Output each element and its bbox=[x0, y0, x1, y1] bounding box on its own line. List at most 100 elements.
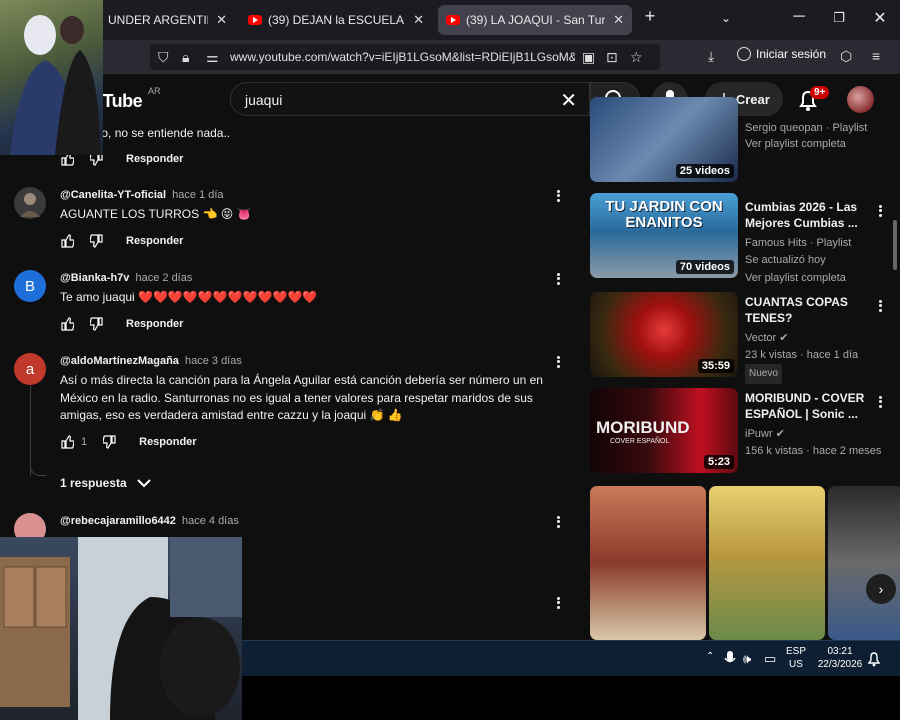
comment-actions: 1 Responder bbox=[60, 435, 197, 449]
video-channel[interactable]: Vector ✔ bbox=[745, 329, 890, 347]
comment-menu-icon[interactable] bbox=[555, 595, 561, 611]
comment-actions: Responder bbox=[60, 317, 183, 331]
video-thumbnail[interactable]: TU JARDIN CON ENANITOS 70 videos bbox=[590, 193, 738, 278]
commenter-avatar[interactable]: B bbox=[14, 270, 46, 302]
like-icon[interactable] bbox=[60, 234, 74, 248]
youtube-favicon-icon bbox=[248, 15, 262, 25]
reply-button[interactable]: Responder bbox=[139, 436, 196, 448]
webcam-overlay-photo bbox=[0, 0, 103, 155]
url-text[interactable]: www.youtube.com/watch?v=iEIjB1LGsoM&list… bbox=[230, 50, 575, 64]
video-title[interactable]: MORIBUND - COVER ESPAÑOL | Sonic ... bbox=[745, 390, 875, 422]
notification-center-icon[interactable] bbox=[867, 651, 881, 667]
dislike-icon[interactable] bbox=[90, 234, 104, 248]
comment-menu-icon[interactable] bbox=[555, 514, 561, 530]
comment-author[interactable]: @Bianka-h7v bbox=[60, 272, 129, 284]
video-menu-icon[interactable] bbox=[877, 203, 883, 219]
short-thumbnail[interactable] bbox=[828, 486, 900, 640]
video-menu-icon[interactable] bbox=[877, 298, 883, 314]
volume-icon[interactable]: 🕪︎ bbox=[743, 651, 751, 667]
sign-in-button[interactable]: Iniciar sesión bbox=[737, 47, 826, 61]
commenter-avatar[interactable]: a bbox=[14, 353, 46, 385]
maximize-icon[interactable]: ❐ bbox=[827, 10, 851, 26]
video-thumbnail[interactable]: MORIBUND COVER ESPAÑOL 5:23 bbox=[590, 388, 738, 473]
commenter-avatar[interactable] bbox=[14, 187, 46, 219]
video-channel[interactable]: Famous Hits · Playlist bbox=[745, 234, 890, 252]
view-replies-button[interactable]: 1 respuesta bbox=[60, 476, 151, 490]
short-thumbnail[interactable] bbox=[590, 486, 706, 640]
comment-text: Así o más directa la canción para la Áng… bbox=[60, 373, 543, 422]
next-arrow-icon[interactable]: › bbox=[866, 574, 896, 604]
video-duration: 5:23 bbox=[703, 455, 734, 469]
video-subline: Se actualizó hoy bbox=[745, 254, 826, 266]
clock[interactable]: 03:21 22/3/2026 bbox=[812, 645, 868, 671]
extensions-icon[interactable]: ⬡ bbox=[840, 48, 852, 65]
new-badge-wrap: Nuevo bbox=[745, 364, 890, 384]
minimize-icon[interactable]: ─ bbox=[787, 8, 811, 26]
comment-actions: Responder bbox=[60, 234, 183, 248]
tab-label: UNDER ARGENTINA 2( bbox=[108, 13, 208, 27]
reply-button[interactable]: Responder bbox=[126, 153, 183, 165]
keyboard-language[interactable]: ESP US bbox=[784, 645, 808, 671]
browser-tab[interactable]: UNDER ARGENTINA 2( ✕ bbox=[100, 5, 235, 35]
dislike-icon[interactable] bbox=[90, 317, 104, 331]
scrollbar[interactable] bbox=[893, 220, 897, 270]
user-avatar[interactable] bbox=[847, 86, 874, 113]
video-thumbnail[interactable]: 35:59 bbox=[590, 292, 738, 377]
video-title[interactable]: CUANTAS COPAS TENES? bbox=[745, 294, 875, 326]
comment-author[interactable]: @rebecajaramillo6442 bbox=[60, 515, 176, 527]
video-subline[interactable]: Ver playlist completa bbox=[745, 135, 890, 153]
reply-button[interactable]: Responder bbox=[126, 318, 183, 330]
save-page-icon[interactable]: ⊡ bbox=[606, 49, 618, 66]
comment-time[interactable]: hace 4 días bbox=[182, 515, 239, 527]
new-tab-icon[interactable]: + bbox=[638, 6, 662, 27]
create-label: Crear bbox=[735, 91, 770, 107]
comment-time[interactable]: hace 3 días bbox=[185, 355, 242, 367]
video-stats: 23 k vistas · hace 1 día bbox=[745, 349, 859, 361]
comment-time[interactable]: hace 1 día bbox=[172, 189, 223, 201]
permissions-icon[interactable]: ⚌ bbox=[206, 49, 219, 66]
browser-tab-active[interactable]: (39) LA JOAQUI - San Turrona (V ✕ bbox=[438, 5, 632, 35]
video-subline[interactable]: Ver playlist completa bbox=[745, 269, 890, 287]
comment-text: AGUANTE LOS TURROS 👈 😝 👅 bbox=[60, 207, 252, 221]
show-hidden-icons-icon[interactable]: ⌃ bbox=[706, 651, 714, 662]
video-thumbnail[interactable]: 25 videos bbox=[590, 97, 738, 182]
like-icon[interactable] bbox=[60, 317, 74, 331]
youtube-header: uTube AR juaqui ✕ + Crear 9+ bbox=[0, 74, 900, 124]
comment-menu-icon[interactable] bbox=[555, 188, 561, 204]
microphone-icon[interactable] bbox=[724, 650, 736, 668]
close-tab-icon[interactable]: ✕ bbox=[613, 12, 624, 28]
comment-time[interactable]: hace 2 días bbox=[135, 272, 192, 284]
channel-name: Vector bbox=[745, 332, 777, 344]
comment-author[interactable]: @Canelita-YT-oficial bbox=[60, 189, 166, 201]
address-bar[interactable]: ⛉ 🔒︎ ⚌ www.youtube.com/watch?v=iEIjB1LGs… bbox=[150, 44, 660, 70]
tab-label: (39) DEJAN la ESCUELA por ser bbox=[268, 13, 405, 27]
youtube-favicon-icon bbox=[446, 15, 460, 25]
reply-button[interactable]: Responder bbox=[126, 235, 183, 247]
close-tab-icon[interactable]: ✕ bbox=[216, 12, 227, 28]
replies-label: 1 respuesta bbox=[60, 476, 127, 490]
dislike-icon[interactable] bbox=[103, 435, 117, 449]
comment-author[interactable]: @aldoMartínezMagaña bbox=[60, 355, 179, 367]
comment-menu-icon[interactable] bbox=[555, 354, 561, 370]
tab-list-chevron-icon[interactable]: ⌄ bbox=[714, 11, 738, 25]
reader-view-icon[interactable]: ▣ bbox=[582, 49, 595, 66]
download-icon[interactable]: ⤓ bbox=[708, 48, 714, 65]
close-tab-icon[interactable]: ✕ bbox=[413, 12, 424, 28]
search-query[interactable]: juaqui bbox=[245, 92, 282, 108]
bookmark-star-icon[interactable]: ☆ bbox=[630, 49, 643, 66]
video-title[interactable]: Cumbias 2026 - Las Mejores Cumbias ... bbox=[745, 199, 875, 231]
video-menu-icon[interactable] bbox=[877, 394, 883, 410]
shield-icon[interactable]: ⛉ bbox=[158, 49, 169, 66]
browser-tab[interactable]: (39) DEJAN la ESCUELA por ser ✕ bbox=[240, 5, 432, 35]
browser-tab-bar: UNDER ARGENTINA 2( ✕ (39) DEJAN la ESCUE… bbox=[0, 0, 900, 40]
lock-icon[interactable]: 🔒︎ bbox=[182, 49, 189, 66]
comment-menu-icon[interactable] bbox=[555, 271, 561, 287]
network-icon[interactable]: ▭ bbox=[764, 651, 776, 667]
like-icon[interactable] bbox=[60, 435, 74, 449]
close-window-icon[interactable]: ✕ bbox=[868, 8, 892, 28]
clear-search-icon[interactable]: ✕ bbox=[560, 88, 577, 113]
app-menu-icon[interactable]: ≡ bbox=[872, 48, 880, 64]
video-channel[interactable]: iPuwr ✔ bbox=[745, 425, 890, 443]
short-thumbnail[interactable] bbox=[709, 486, 825, 640]
search-input[interactable]: juaqui ✕ bbox=[230, 82, 590, 116]
